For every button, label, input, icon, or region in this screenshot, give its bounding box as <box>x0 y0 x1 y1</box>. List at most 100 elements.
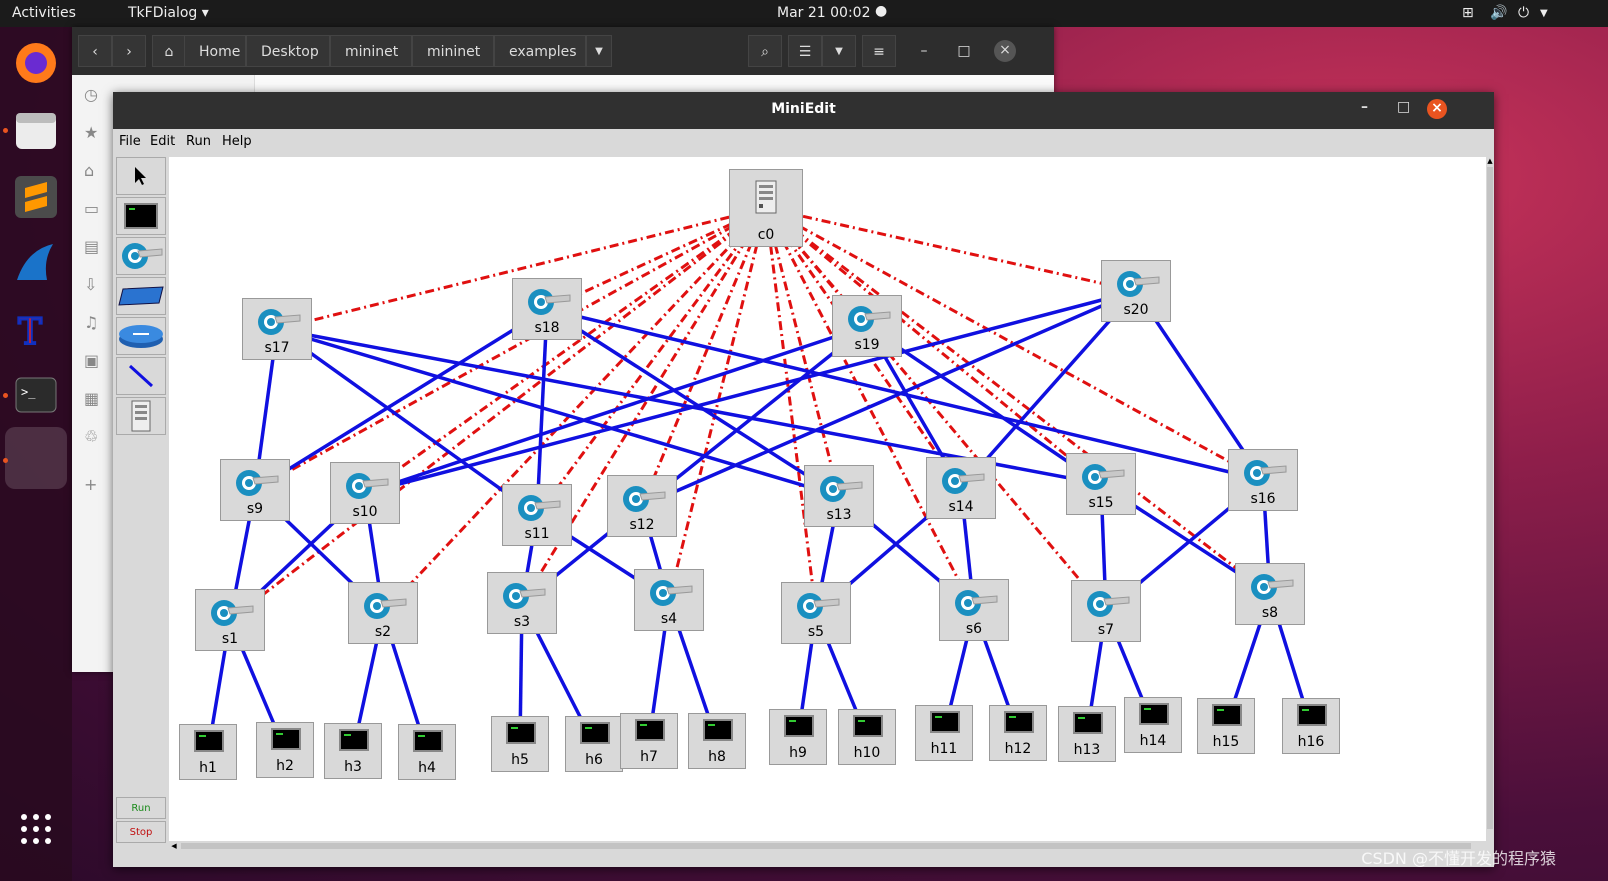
host-h7[interactable]: h7 <box>620 713 678 769</box>
select-tool-cursor-icon[interactable] <box>116 157 166 195</box>
link-s20-s10[interactable] <box>364 289 1137 495</box>
close-icon[interactable]: × <box>1427 99 1447 119</box>
host-h16[interactable]: h16 <box>1282 698 1340 754</box>
minimize-icon[interactable]: – <box>910 35 938 67</box>
switch-s19[interactable]: s19 <box>832 295 902 357</box>
menu-file[interactable]: File <box>119 134 141 149</box>
breadcrumb-examples[interactable]: examples <box>494 35 586 67</box>
clock[interactable]: Mar 21 00:02 <box>777 5 870 21</box>
home-icon[interactable]: ⌂ <box>152 35 186 67</box>
host-h11[interactable]: h11 <box>915 705 973 761</box>
host-h2[interactable]: h2 <box>256 722 314 778</box>
scroll-up-icon[interactable]: ▲ <box>1486 157 1494 165</box>
breadcrumb-mininet-2[interactable]: mininet <box>412 35 494 67</box>
control-link-s13[interactable] <box>764 207 841 497</box>
forward-button[interactable]: › <box>112 35 146 67</box>
breadcrumb-mininet-1[interactable]: mininet <box>330 35 412 67</box>
link-s18-s13[interactable] <box>546 307 840 498</box>
network-icon[interactable]: ⊞ <box>1462 5 1474 21</box>
switch-s3[interactable]: s3 <box>487 572 557 634</box>
switch-s8[interactable]: s8 <box>1235 563 1305 625</box>
control-link-s20[interactable] <box>765 206 1137 293</box>
volume-icon[interactable]: 🔊 <box>1490 5 1507 21</box>
show-apps-icon[interactable] <box>10 803 62 855</box>
switch-s12[interactable]: s12 <box>607 475 677 537</box>
vertical-scroll-thumb[interactable] <box>1487 167 1493 829</box>
host-h15[interactable]: h15 <box>1197 698 1255 754</box>
switch-s16[interactable]: s16 <box>1228 449 1298 511</box>
maximize-icon[interactable]: □ <box>950 35 978 67</box>
power-icon[interactable]: ⏻ <box>1518 5 1529 21</box>
switch-s4[interactable]: s4 <box>634 569 704 631</box>
host-h13[interactable]: h13 <box>1058 706 1116 762</box>
app-menu[interactable]: TkFDialog ▾ <box>128 5 209 21</box>
activities-button[interactable]: Activities <box>12 5 76 21</box>
switch-s15[interactable]: s15 <box>1066 453 1136 515</box>
wireshark-icon[interactable] <box>10 237 62 289</box>
list-view-icon[interactable]: ☰ <box>788 35 822 67</box>
control-link-s1[interactable] <box>229 206 767 622</box>
music-icon[interactable]: ♫ <box>84 313 98 332</box>
switch-s13[interactable]: s13 <box>804 465 874 527</box>
switch-s10[interactable]: s10 <box>330 462 400 524</box>
search-icon[interactable]: ⌕ <box>748 35 782 67</box>
switch-s7[interactable]: s7 <box>1071 580 1141 642</box>
breadcrumb-chevron-down-icon[interactable]: ▼ <box>586 35 612 67</box>
hamburger-menu-icon[interactable]: ≡ <box>862 35 896 67</box>
controller-c0[interactable]: c0 <box>729 169 803 247</box>
link-tool-icon[interactable] <box>116 357 166 395</box>
documents-icon[interactable]: ▤ <box>84 237 99 256</box>
vertical-scrollbar[interactable]: ▲ <box>1486 157 1494 841</box>
downloads-icon[interactable]: ⇩ <box>84 275 97 294</box>
system-menu-chevron-icon[interactable]: ▼ <box>1540 8 1548 19</box>
stop-button[interactable]: Stop <box>116 821 166 843</box>
topology-canvas[interactable]: c0 s1 s2 s3 s4 s5 s6 s7 s8 s9 s10 s11 s12 s13 s14 s15 s1… <box>169 157 1486 841</box>
horizontal-scrollbar[interactable]: ◀ <box>169 841 1486 851</box>
host-tool-icon[interactable] <box>116 197 166 235</box>
switch-s11[interactable]: s11 <box>502 484 572 546</box>
firefox-icon[interactable] <box>10 37 62 89</box>
menu-help[interactable]: Help <box>222 134 252 149</box>
files-icon[interactable] <box>10 104 62 156</box>
control-link-s6[interactable] <box>764 207 976 611</box>
switch-s6[interactable]: s6 <box>939 579 1009 641</box>
router-tool-icon[interactable] <box>116 317 166 355</box>
back-button[interactable]: ‹ <box>78 35 112 67</box>
control-link-s5[interactable] <box>764 207 818 614</box>
run-button[interactable]: Run <box>116 797 166 819</box>
host-h9[interactable]: h9 <box>769 709 827 765</box>
switch-s1[interactable]: s1 <box>195 589 265 651</box>
menu-edit[interactable]: Edit <box>150 134 175 149</box>
control-link-s9[interactable] <box>254 206 767 492</box>
minimize-icon[interactable]: – <box>1361 99 1368 115</box>
switch-s2[interactable]: s2 <box>348 582 418 644</box>
menu-run[interactable]: Run <box>186 134 211 149</box>
terminal-icon[interactable]: >_ <box>10 369 62 421</box>
host-h5[interactable]: h5 <box>491 716 549 772</box>
host-h8[interactable]: h8 <box>688 713 746 769</box>
view-options-chevron-icon[interactable]: ▼ <box>822 35 856 67</box>
switch-s14[interactable]: s14 <box>926 457 996 519</box>
trash-icon[interactable]: ♲ <box>84 427 98 446</box>
pictures-icon[interactable]: ▣ <box>84 351 99 370</box>
host-h12[interactable]: h12 <box>989 705 1047 761</box>
host-h3[interactable]: h3 <box>324 723 382 779</box>
host-h4[interactable]: h4 <box>398 724 456 780</box>
close-icon[interactable]: × <box>994 40 1016 62</box>
host-h6[interactable]: h6 <box>565 716 623 772</box>
videos-icon[interactable]: ▦ <box>84 389 99 408</box>
control-link-s11[interactable] <box>535 207 768 516</box>
other-locations-icon[interactable]: + <box>84 475 97 494</box>
starred-icon[interactable]: ★ <box>84 123 98 142</box>
tk-app-icon[interactable]: T <box>10 303 62 355</box>
home-folder-icon[interactable]: ⌂ <box>84 161 94 180</box>
controller-tool-icon[interactable] <box>116 397 166 435</box>
host-h1[interactable]: h1 <box>179 724 237 780</box>
desktop-folder-icon[interactable]: ▭ <box>84 199 99 218</box>
recent-icon[interactable]: ◷ <box>84 85 98 104</box>
legacy-switch-tool-icon[interactable] <box>116 277 166 315</box>
switch-s5[interactable]: s5 <box>781 582 851 644</box>
switch-tool-icon[interactable] <box>116 237 166 275</box>
breadcrumb-home[interactable]: Home <box>184 35 246 67</box>
switch-s9[interactable]: s9 <box>220 459 290 521</box>
